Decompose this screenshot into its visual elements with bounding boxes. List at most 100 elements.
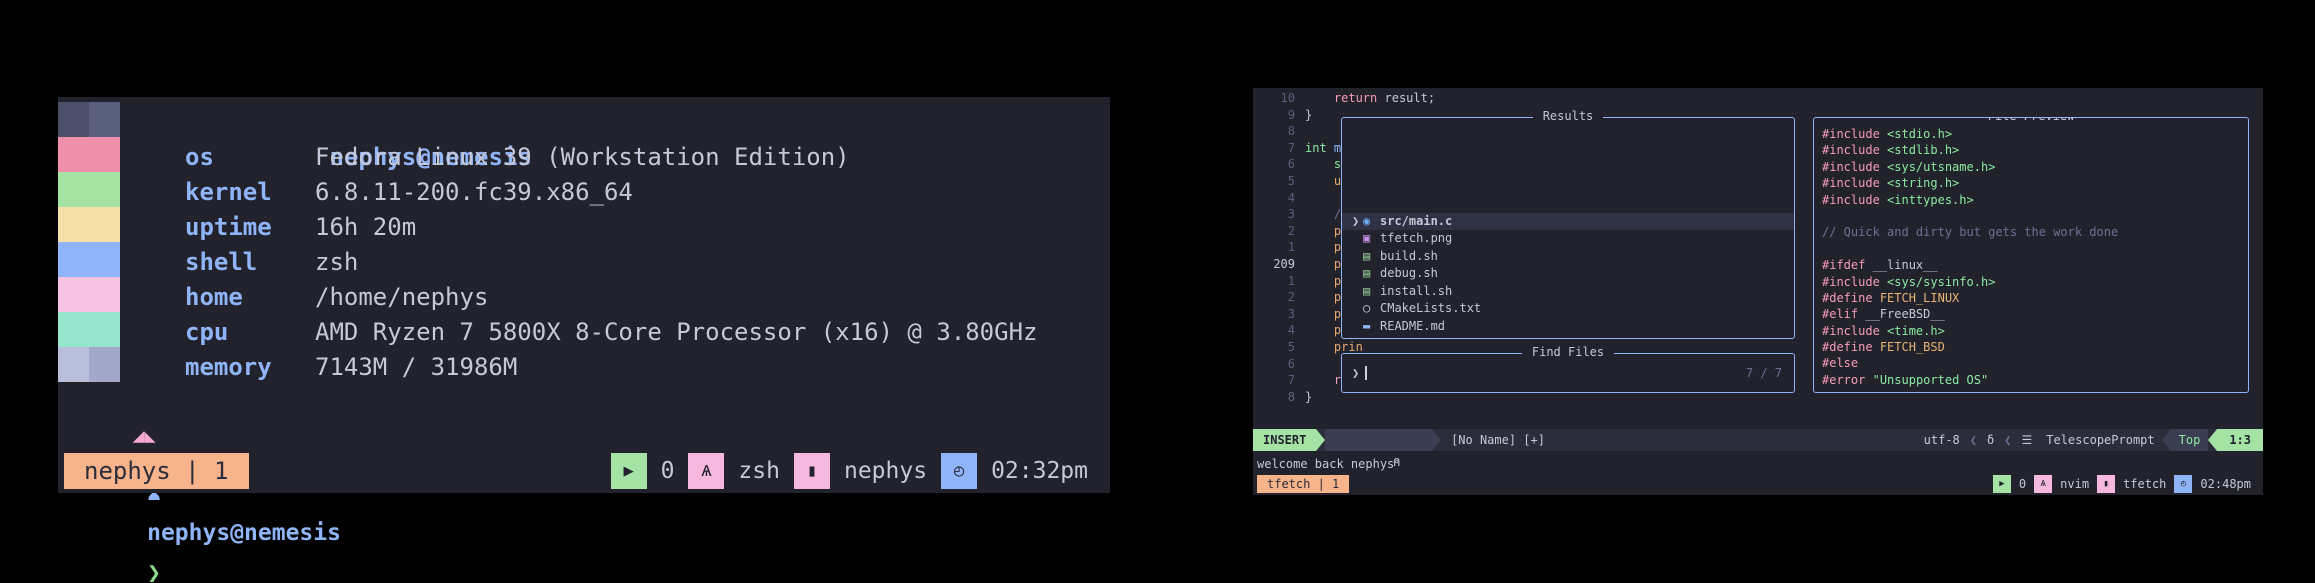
palette-swatch-half [89, 347, 120, 382]
preview-line: #include <stdlib.h> [1822, 142, 2248, 158]
preview-token: #ifdef [1822, 258, 1866, 273]
system-info-key: cpu [185, 318, 229, 346]
palette-swatch-half [58, 172, 89, 207]
tmux-segment[interactable]: ◴ 02:48pm [2174, 466, 2259, 495]
palette-swatch-half [89, 312, 120, 347]
system-info-value: 7143M / 31986M [315, 353, 518, 381]
palette-swatch [58, 347, 120, 382]
filetype-icon: ☰ [2021, 433, 2033, 447]
palette-swatch [58, 277, 120, 312]
preview-title-text: File Preview [1977, 118, 2085, 123]
preview-line: #ifdef __linux__ [1822, 257, 2248, 273]
system-info-key: uptime [185, 213, 272, 241]
telescope-result-item[interactable]: ▬ README.md [1342, 318, 1794, 336]
tfetch-output: nephys@nemesis os Fedora Linux 39 (Workst… [58, 97, 1110, 385]
system-info-row: memory 7143M / 31986M [185, 350, 1037, 385]
telescope-result-item[interactable]: ○ CMakeLists.txt [1342, 300, 1794, 318]
tmux-session-label-right[interactable]: tfetch | 1 [1257, 475, 1350, 493]
tmux-segment[interactable]: ◴ 02:32pm [941, 453, 1102, 489]
prompt-caret-icon: ❯ [1352, 366, 1360, 380]
tmux-segment-label: 0 [2018, 477, 2027, 491]
telescope-result-item[interactable]: ▤ build.sh [1342, 248, 1794, 266]
preview-token: <time.h> [1887, 323, 1945, 338]
telescope-result-label: debug.sh [1380, 266, 1438, 280]
palette-swatch-half [58, 207, 89, 242]
line-number: 1 [1287, 273, 1295, 288]
telescope-result-label: install.sh [1380, 283, 1453, 298]
telescope-results-list[interactable]: ❯ ◉ src/main.c ▣ tfetch.png ▤ build.sh ▤ debu… [1342, 212, 1794, 336]
selection-caret-icon [1352, 248, 1363, 266]
shell-file-icon: ▤ [1363, 248, 1371, 263]
preview-token: #include [1822, 176, 1880, 191]
system-info-value: 6.8.11-200.fc39.x86_64 [315, 178, 633, 206]
filetype-label: TelescopePrompt [2046, 433, 2155, 447]
tmux-segment[interactable]: Ѧzsh [688, 453, 794, 489]
tmux-session-label[interactable]: nephys | 1 [64, 453, 249, 489]
tmux-segment-label: 02:32pm [991, 458, 1088, 484]
prompt-cursor [1365, 366, 1368, 380]
preview-token [1880, 176, 1887, 190]
tmux-segment[interactable]: Ѧnvim [2034, 466, 2097, 495]
telescope-prompt-title: Find Files [1342, 345, 1794, 359]
preview-token [1865, 373, 1872, 387]
tmux-segment[interactable]: ▮ nephys [793, 453, 941, 489]
telescope-result-item[interactable]: ▤ install.sh [1342, 283, 1794, 301]
palette-swatch [58, 242, 120, 277]
line-number: 209 [1273, 256, 1295, 271]
tmux-segment-label: tfetch [2123, 477, 2167, 491]
line-number: 2 [1287, 290, 1295, 305]
system-info-row: kernel 6.8.11-200.fc39.x86_64 [185, 175, 1037, 210]
system-info-value: zsh [315, 248, 359, 276]
preview-token [1880, 324, 1887, 338]
preview-token: #else [1822, 356, 1859, 371]
right-terminal-window[interactable]: 10 return result;9}87int main6 stru5 una… [1253, 88, 2263, 495]
preview-token: #include [1822, 274, 1880, 289]
tmux-segment[interactable]: ▶ 0 [610, 453, 689, 489]
tmux-segment[interactable]: ▶ 0 [1992, 466, 2034, 495]
left-terminal-window[interactable]: nephys@nemesis os Fedora Linux 39 (Workst… [58, 97, 1110, 583]
preview-token [1880, 160, 1887, 174]
selection-caret-icon [1352, 283, 1363, 301]
palette-swatch-half [58, 312, 89, 347]
selection-caret-icon [1352, 230, 1363, 248]
preview-token: #include [1822, 143, 1880, 158]
tmux-status-right: ▶ 0 Ѧzsh ▮ nephys ◴ 02:32pm [610, 453, 1102, 489]
palette-swatch-half [89, 102, 120, 137]
line-number: 4 [1287, 190, 1295, 205]
preview-content: #include <stdio.h> #include <stdlib.h> #in… [1814, 118, 2248, 388]
preview-token: #define [1822, 290, 1873, 305]
preview-line: #elif __FreeBSD__ [1822, 306, 2248, 322]
user-figure-icon: Ѧ [2034, 475, 2053, 493]
results-title-text: Results [1532, 109, 1604, 123]
system-info-row: cpu AMD Ryzen 7 5800X 8-Core Processor (x… [185, 315, 1037, 350]
system-info-row: shell zsh [185, 245, 1037, 280]
palette-swatch [58, 172, 120, 207]
preview-token: <stdlib.h> [1887, 143, 1960, 158]
prompt-title-text: Find Files [1521, 345, 1615, 359]
telescope-preview-panel[interactable]: File Preview #include <stdio.h>#include … [1813, 117, 2249, 393]
line-number: 2 [1287, 223, 1295, 238]
preview-token: #include [1822, 159, 1880, 174]
line-number: 1 [1287, 240, 1295, 255]
preview-token: __linux__ [1865, 258, 1938, 273]
preview-token: #include [1822, 323, 1880, 338]
preview-line: #include <inttypes.h> [1822, 192, 2248, 208]
statusline-separator-2 [1432, 429, 1442, 451]
system-info-row: home/home/nephys [185, 280, 1037, 315]
telescope-results-panel[interactable]: Results ❯ ◉ src/main.c ▣ tfetch.png ▤ build.… [1341, 109, 1795, 339]
desktop-screen: nephys@nemesis os Fedora Linux 39 (Workst… [0, 0, 2315, 583]
clock-icon: ◴ [941, 453, 978, 489]
telescope-prompt-row[interactable]: ❯ 7 / 7 [1352, 366, 1782, 380]
system-info-row: uptime 16h 20m [185, 210, 1037, 245]
preview-token: <inttypes.h> [1887, 192, 1974, 207]
telescope-prompt-panel[interactable]: Find Files ❯ 7 / 7 [1341, 345, 1795, 393]
statusline-right: utf-8 ❮ δ ❮ ☰ TelescopePrompt Top 1:3 [1917, 429, 2263, 451]
tmux-status-bar-right: tfetch | 1 ▶ 0 Ѧnvim ▮ tfetch ◴ 02:48pm [1253, 473, 2263, 495]
image-file-icon: ▣ [1363, 231, 1371, 245]
tmux-segment[interactable]: ▮ tfetch [2097, 466, 2174, 495]
telescope-result-item[interactable]: ▤ debug.sh [1342, 265, 1794, 283]
telescope-result-item[interactable]: ❯ ◉ src/main.c [1342, 212, 1794, 230]
telescope-result-item[interactable]: ▣ tfetch.png [1342, 230, 1794, 248]
line-number: 3 [1287, 306, 1295, 321]
